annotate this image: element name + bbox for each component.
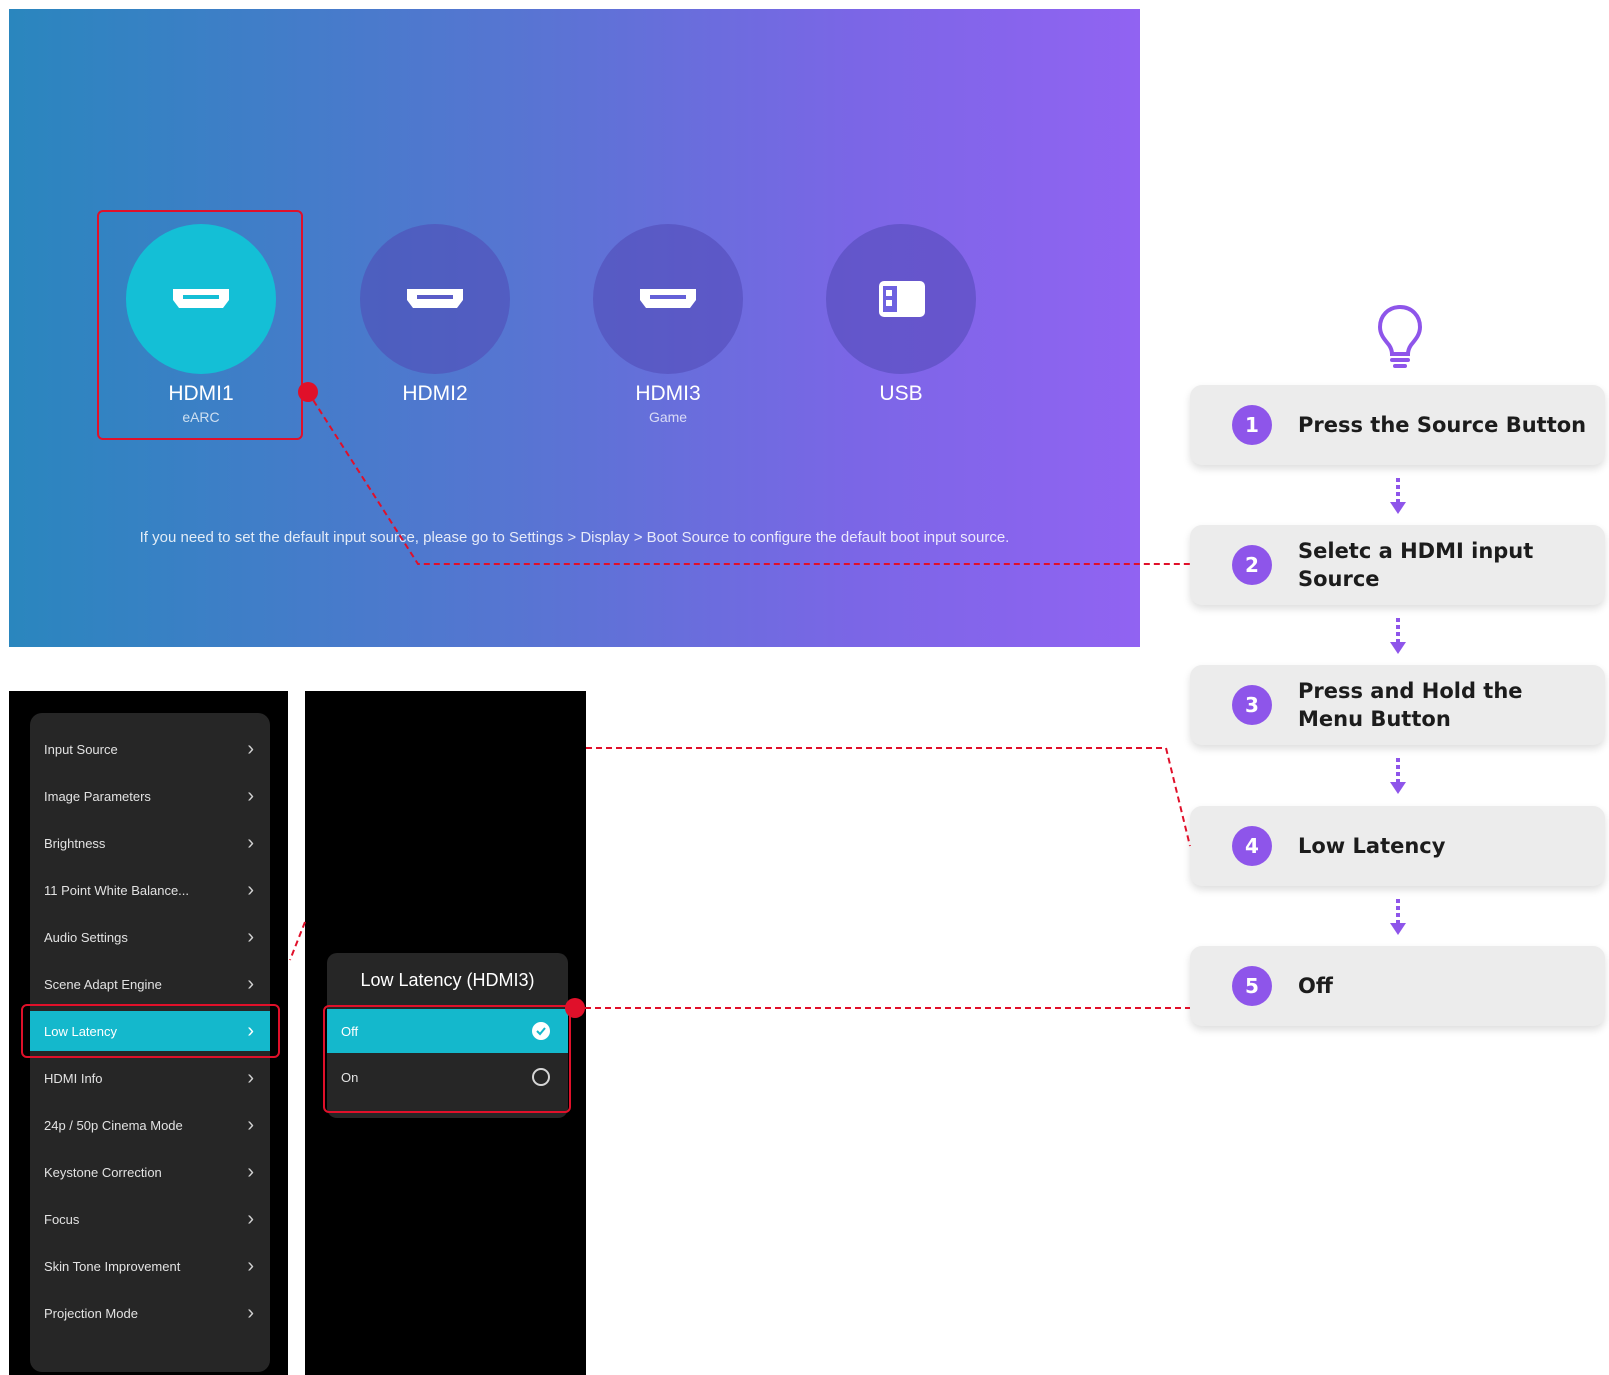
- menu-item-label: Focus: [44, 1211, 80, 1227]
- step-number-badge: 1: [1232, 405, 1272, 445]
- dialog-title: Low Latency (HDMI3): [360, 970, 535, 990]
- menu-item-label: HDMI Info: [44, 1070, 103, 1086]
- step-text: Low Latency: [1298, 834, 1446, 858]
- step-text: Off: [1298, 974, 1333, 998]
- menu-item-label: Projection Mode: [44, 1305, 138, 1321]
- menu-item-label: Image Parameters: [44, 788, 151, 804]
- chevron-right-icon: ›: [247, 1113, 254, 1136]
- source-hdmi3[interactable]: HDMI3 Game: [593, 224, 743, 427]
- usb-circle: [826, 224, 976, 374]
- source-sublabel: Game: [648, 409, 688, 425]
- menu-item-scene-adapt-engine[interactable]: Scene Adapt Engine ›: [30, 964, 270, 1004]
- off-option-highlight-box: [323, 1005, 571, 1113]
- menu-item-hdmi-info[interactable]: HDMI Info ›: [30, 1058, 270, 1098]
- chevron-right-icon: ›: [247, 972, 254, 995]
- step-text: Press the Source Button: [1298, 413, 1587, 437]
- chevron-right-icon: ›: [247, 784, 254, 807]
- arrow-down-icon: [1390, 618, 1406, 654]
- source-hdmi2[interactable]: HDMI2: [360, 224, 510, 427]
- arrow-down-icon: [1390, 478, 1406, 514]
- connector-menu: [289, 921, 306, 961]
- menu-item-label: Brightness: [44, 835, 106, 851]
- source-label: USB: [879, 382, 923, 405]
- chevron-right-icon: ›: [247, 1160, 254, 1183]
- hdmi-port-icon: [407, 289, 463, 308]
- source-sublabel: [826, 409, 976, 427]
- menu-item-label: 24p / 50p Cinema Mode: [44, 1117, 183, 1133]
- menu-item-projection-mode[interactable]: Projection Mode ›: [30, 1293, 270, 1333]
- step-text: Seletc a HDMI input Source: [1298, 539, 1534, 591]
- chevron-right-icon: ›: [247, 1301, 254, 1324]
- step-number-badge: 5: [1232, 966, 1272, 1006]
- source-hint-text: If you need to set the default input sou…: [139, 529, 1010, 546]
- menu-item-label: Scene Adapt Engine: [44, 976, 162, 992]
- chevron-right-icon: ›: [247, 1066, 254, 1089]
- hdmi3-circle: [593, 224, 743, 374]
- usb-drive-icon: [879, 281, 925, 317]
- menu-item-input-source[interactable]: Input Source ›: [30, 729, 270, 769]
- step-number-badge: 4: [1232, 826, 1272, 866]
- lightbulb-icon: [1377, 304, 1423, 368]
- source-selection-screen: HDMI1 eARC HDMI2 HDMI3 Game USB If you n…: [9, 9, 1140, 647]
- menu-item-audio-settings[interactable]: Audio Settings ›: [30, 917, 270, 957]
- chevron-right-icon: ›: [247, 1207, 254, 1230]
- menu-item-image-parameters[interactable]: Image Parameters ›: [30, 776, 270, 816]
- source-label: HDMI3: [635, 382, 701, 405]
- menu-item-label: Keystone Correction: [44, 1164, 162, 1180]
- menu-item-skin-tone[interactable]: Skin Tone Improvement ›: [30, 1246, 270, 1286]
- step-text: Press and Hold the Menu Button: [1298, 679, 1523, 731]
- menu-item-label: 11 Point White Balance...: [44, 882, 190, 898]
- step-3: 3 Press and Hold the Menu Button: [1190, 665, 1605, 745]
- step-1: 1 Press the Source Button: [1190, 385, 1605, 465]
- low-latency-panel: Low Latency (HDMI3) Off On: [305, 691, 586, 1375]
- menu-item-keystone-correction[interactable]: Keystone Correction ›: [30, 1152, 270, 1192]
- connector-step-4: [586, 747, 1191, 847]
- menu-item-brightness[interactable]: Brightness ›: [30, 823, 270, 863]
- chevron-right-icon: ›: [247, 831, 254, 854]
- hdmi2-circle: [360, 224, 510, 374]
- menu-item-cinema-mode[interactable]: 24p / 50p Cinema Mode ›: [30, 1105, 270, 1145]
- chevron-right-icon: ›: [247, 878, 254, 901]
- chevron-right-icon: ›: [247, 1254, 254, 1277]
- step-number-badge: 3: [1232, 685, 1272, 725]
- chevron-right-icon: ›: [247, 737, 254, 760]
- menu-item-label: Skin Tone Improvement: [44, 1258, 181, 1274]
- step-4: 4 Low Latency: [1190, 806, 1605, 886]
- arrow-down-icon: [1390, 758, 1406, 794]
- low-latency-highlight-box: [21, 1004, 280, 1058]
- settings-menu-panel: Input Source › Image Parameters › Brightne…: [9, 691, 288, 1375]
- source-usb[interactable]: USB: [826, 224, 976, 427]
- source-sublabel: [360, 409, 510, 427]
- menu-item-focus[interactable]: Focus ›: [30, 1199, 270, 1239]
- hdmi-port-icon: [640, 289, 696, 308]
- source-label: HDMI2: [402, 382, 468, 405]
- chevron-right-icon: ›: [247, 925, 254, 948]
- hdmi1-highlight-box: [97, 210, 303, 440]
- step-number-badge: 2: [1232, 545, 1272, 585]
- menu-item-label: Audio Settings: [44, 929, 128, 945]
- step-5: 5 Off: [1190, 946, 1605, 1026]
- step-2: 2 Seletc a HDMI input Source: [1190, 525, 1605, 605]
- menu-item-label: Input Source: [44, 741, 118, 757]
- arrow-down-icon: [1390, 899, 1406, 935]
- menu-item-white-balance[interactable]: 11 Point White Balance... ›: [30, 870, 270, 910]
